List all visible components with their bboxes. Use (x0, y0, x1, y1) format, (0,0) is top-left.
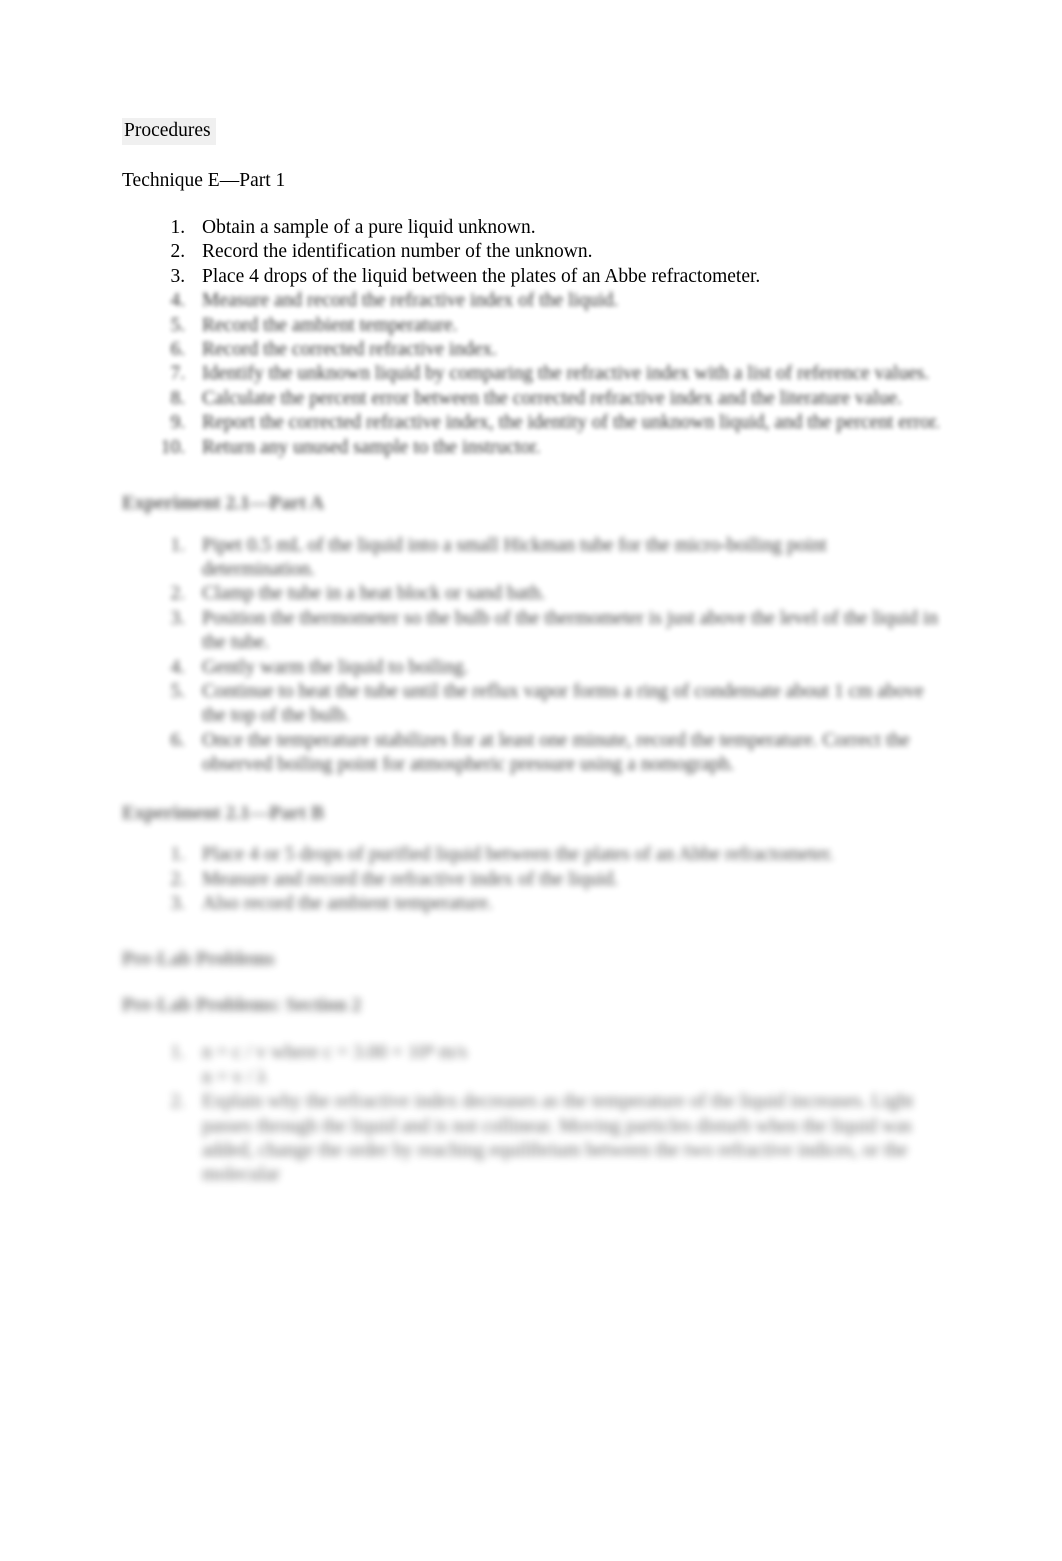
list-item: Gently warm the liquid to boiling. (190, 656, 942, 680)
list-item: Position the thermometer so the bulb of … (190, 607, 942, 656)
technique-heading: Technique E—Part 1 (122, 169, 286, 191)
prelab-heading: Pre-Lab Problems (122, 949, 275, 971)
experiment-b-list: Place 4 or 5 drops of purified liquid be… (122, 843, 942, 916)
list-item: Report the corrected refractive index, t… (190, 411, 942, 435)
procedures-heading-wrapper: Procedures (122, 118, 942, 145)
list-item: Record the identification number of the … (190, 240, 942, 264)
document-page: Procedures Technique E—Part 1 Obtain a s… (0, 0, 1062, 1561)
prelab-list: n = c / v where c = 3.00 × 10⁸ m/s n = v… (122, 1041, 942, 1187)
list-item: Calculate the percent error between the … (190, 387, 942, 411)
list-item: Obtain a sample of a pure liquid unknown… (190, 216, 942, 240)
list-item: Record the ambient temperature. (190, 314, 942, 338)
list-item: Place 4 drops of the liquid between the … (190, 265, 942, 289)
experiment-b-heading: Experiment 2.1—Part B (122, 802, 325, 824)
prelab-formula: n = c / v where c = 3.00 × 10⁸ m/s (202, 1042, 468, 1064)
list-item: n = c / v where c = 3.00 × 10⁸ m/s n = v… (190, 1041, 942, 1090)
list-item: Record the corrected refractive index. (190, 338, 942, 362)
list-item: Continue to heat the tube until the refl… (190, 680, 942, 729)
prelab-section-heading: Pre-Lab Problems: Section 2 (122, 994, 362, 1016)
list-item: Clamp the tube in a heat block or sand b… (190, 582, 942, 606)
list-item: Pipet 0.5 mL of the liquid into a small … (190, 534, 942, 583)
list-item: Once the temperature stabilizes for at l… (190, 729, 942, 778)
list-item: Return any unused sample to the instruct… (190, 436, 942, 460)
prelab-sub-line: n = v / λ (202, 1066, 267, 1088)
list-item: Measure and record the refractive index … (190, 868, 942, 892)
list-item: Identify the unknown liquid by comparing… (190, 362, 942, 386)
technique-list: Obtain a sample of a pure liquid unknown… (122, 216, 942, 289)
list-item: Also record the ambient temperature. (190, 892, 942, 916)
experiment-a-list: Pipet 0.5 mL of the liquid into a small … (122, 534, 942, 778)
document-body: Procedures Technique E—Part 1 Obtain a s… (122, 118, 942, 1188)
list-item: Explain why the refractive index decreas… (190, 1090, 942, 1188)
technique-list-obscured: Measure and record the refractive index … (122, 289, 942, 460)
page-title: Procedures (122, 118, 216, 145)
list-item: Measure and record the refractive index … (190, 289, 942, 313)
list-item: Place 4 or 5 drops of purified liquid be… (190, 843, 942, 867)
experiment-a-heading: Experiment 2.1—Part A (122, 493, 325, 515)
